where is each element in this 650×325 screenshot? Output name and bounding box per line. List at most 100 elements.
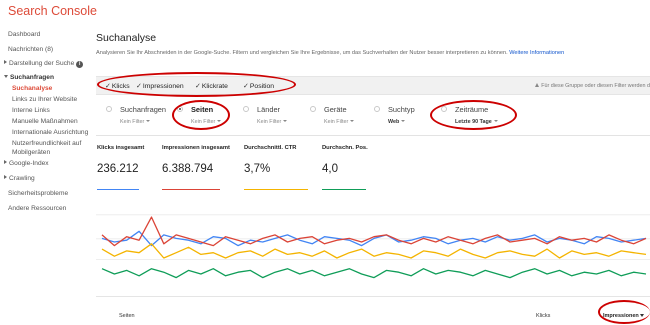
checkbox-label: Position: [249, 83, 275, 90]
metric-value: 3,7%: [244, 163, 271, 175]
filter-text: Kein Filter: [191, 119, 216, 125]
filter-text: Letzte 90 Tage: [455, 119, 492, 125]
page-description: Analysieren Sie Ihr Abschneiden in der G…: [96, 50, 564, 56]
column-header-pages[interactable]: Seiten: [119, 313, 135, 319]
checkmark-icon: ✓: [105, 83, 111, 90]
column-header-impressions[interactable]: Impressionen: [603, 313, 644, 319]
metric-impressions[interactable]: Impressionen insgesamt 6.388.794: [162, 145, 234, 205]
radio-button[interactable]: [106, 106, 112, 112]
checkbox-impressions[interactable]: ✓Impressionen: [136, 82, 184, 90]
sidebar-item-internal-links[interactable]: Interne Links: [12, 107, 50, 115]
dimension-filter[interactable]: Web: [388, 119, 406, 125]
sidebar-item-label: Google-Index: [9, 160, 49, 167]
radio-button[interactable]: [243, 106, 249, 112]
metric-label: Durchschnittl. CTR: [244, 145, 297, 151]
radio-button[interactable]: [310, 106, 316, 112]
sidebar-item-mobile-usability-line2[interactable]: Mobilgeräten: [12, 149, 50, 157]
checkbox-position[interactable]: ✓Position: [243, 82, 274, 90]
filter-text: Kein Filter: [257, 119, 282, 125]
info-icon[interactable]: i: [76, 61, 84, 68]
dimension-label: Zeiträume: [455, 105, 489, 114]
sidebar-item-crawling[interactable]: Crawling: [3, 175, 35, 183]
radio-button[interactable]: [441, 106, 447, 112]
filter-text: Kein Filter: [120, 119, 145, 125]
chevron-right-icon: [4, 160, 7, 164]
dimension-label: Geräte: [324, 105, 347, 114]
performance-chart[interactable]: [96, 210, 650, 290]
sidebar-item-links-to-site[interactable]: Links zu Ihrer Website: [12, 96, 77, 104]
dimension-filter[interactable]: Kein Filter: [120, 119, 151, 125]
app-header: Search Console: [0, 0, 650, 26]
dimension-label: Suchtyp: [388, 105, 415, 114]
dimension-label: Seiten: [191, 105, 214, 114]
metric-value: 4,0: [322, 163, 338, 175]
sidebar-item-google-index[interactable]: Google-Index: [3, 160, 49, 168]
metric-color-bar: [244, 189, 308, 191]
table-divider: [96, 296, 650, 297]
sort-descending-icon: [639, 314, 644, 317]
metric-color-bar: [162, 189, 220, 191]
checkmark-icon: ✓: [195, 83, 201, 90]
metric-toolbar: ✓Klicks ✓Impressionen ✓Klickrate ✓Positi…: [96, 76, 650, 95]
dimension-selector: Suchanfragen Kein Filter Seiten Kein Fil…: [96, 96, 650, 136]
checkmark-icon: ✓: [136, 83, 142, 90]
dropdown-arrow-icon: [283, 120, 288, 122]
sidebar-item-search-analytics[interactable]: Suchanalyse: [12, 85, 52, 93]
chart-series-line: [101, 216, 647, 247]
checkbox-clicks[interactable]: ✓Klicks: [105, 82, 130, 90]
filter-warning-text: Für diese Gruppe oder diesen Filter werd…: [541, 83, 650, 89]
checkmark-icon: ✓: [243, 83, 249, 90]
metric-position[interactable]: Durchschn. Pos. 4,0: [322, 145, 380, 205]
dimension-filter[interactable]: Kein Filter: [191, 119, 222, 125]
dropdown-arrow-icon: [217, 120, 222, 122]
sidebar-item-manual-actions[interactable]: Manuelle Maßnahmen: [12, 118, 78, 126]
chevron-down-icon: [4, 75, 8, 78]
sidebar-item-label: Suchanfragen: [10, 74, 54, 81]
dimension-filter[interactable]: Letzte 90 Tage: [455, 119, 498, 125]
chart-series-line: [101, 268, 647, 279]
metric-ctr[interactable]: Durchschnittl. CTR 3,7%: [244, 145, 318, 205]
dropdown-arrow-icon: [493, 120, 498, 122]
dimension-filter[interactable]: Kein Filter: [257, 119, 288, 125]
sidebar-item-search-traffic[interactable]: Suchanfragen: [3, 74, 54, 82]
checkbox-label: Klickrate: [201, 83, 228, 90]
sidebar-item-mobile-usability[interactable]: Nutzerfreundlichkeit auf: [12, 140, 81, 148]
dimension-label: Suchanfragen: [120, 105, 167, 114]
more-info-link[interactable]: Weitere Informationen: [509, 50, 564, 56]
dimension-filter[interactable]: Kein Filter: [324, 119, 355, 125]
filter-warning: Für diese Gruppe oder diesen Filter werd…: [535, 83, 650, 89]
sidebar-item-label: Crawling: [9, 175, 35, 182]
metric-label: Durchschn. Pos.: [322, 145, 368, 151]
sidebar-item-security-issues[interactable]: Sicherheitsprobleme: [8, 190, 68, 198]
checkbox-ctr[interactable]: ✓Klickrate: [195, 82, 228, 90]
chevron-right-icon: [4, 60, 7, 64]
app-title[interactable]: Search Console: [8, 4, 97, 18]
dropdown-arrow-icon: [146, 120, 151, 122]
radio-button[interactable]: [374, 106, 380, 112]
sidebar-item-international-targeting[interactable]: Internationale Ausrichtung: [12, 129, 88, 137]
sidebar-item-other-resources[interactable]: Andere Ressourcen: [8, 205, 66, 213]
highlight-annotation: [598, 300, 650, 324]
dropdown-arrow-icon: [350, 120, 355, 122]
chevron-right-icon: [4, 175, 7, 179]
chart-series-line: [101, 243, 647, 259]
checkbox-label: Impressionen: [142, 83, 184, 90]
sidebar-item-messages[interactable]: Nachrichten (8): [8, 46, 53, 54]
warning-icon: [535, 83, 540, 87]
metric-summary: Klicks insgesamt 236.212 Impressionen in…: [96, 145, 650, 205]
metric-clicks[interactable]: Klicks insgesamt 236.212: [97, 145, 155, 205]
sidebar-item-dashboard[interactable]: Dashboard: [8, 31, 40, 39]
metric-label: Klicks insgesamt: [97, 145, 145, 151]
sidebar-item-search-appearance[interactable]: Darstellung der Suche i: [3, 60, 84, 68]
metric-value: 6.388.794: [162, 163, 214, 175]
radio-button[interactable]: [177, 106, 183, 112]
filter-text: Kein Filter: [324, 119, 349, 125]
dropdown-arrow-icon: [401, 120, 406, 122]
column-header-clicks[interactable]: Klicks: [536, 313, 550, 319]
metric-value: 236.212: [97, 163, 139, 175]
metric-color-bar: [322, 189, 366, 191]
filter-text: Web: [388, 119, 400, 125]
metric-label: Impressionen insgesamt: [162, 145, 230, 151]
page-title: Suchanalyse: [96, 32, 157, 44]
checkbox-label: Klicks: [111, 83, 130, 90]
